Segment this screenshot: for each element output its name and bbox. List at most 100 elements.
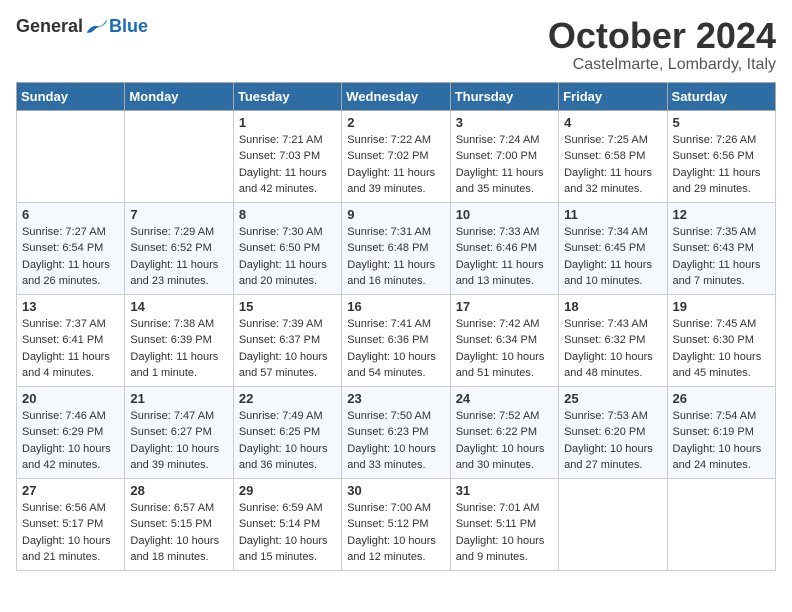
calendar-cell: 17Sunrise: 7:42 AMSunset: 6:34 PMDayligh… <box>450 294 558 386</box>
calendar-cell: 20 Sunrise: 7:46 AMSunset: 6:29 PMDayligh… <box>17 386 125 478</box>
day-number: 26 <box>673 391 770 406</box>
day-number: 4 <box>564 115 661 130</box>
day-number: 6 <box>22 207 119 222</box>
day-number: 30 <box>347 483 444 498</box>
day-detail: Sunrise: 7:41 AMSunset: 6:36 PMDaylight:… <box>347 316 444 382</box>
day-number: 1 <box>239 115 336 130</box>
calendar-cell: 11Sunrise: 7:34 AMSunset: 6:45 PMDayligh… <box>559 202 667 294</box>
calendar-cell <box>667 478 775 570</box>
calendar-cell: 16 Sunrise: 7:41 AMSunset: 6:36 PMDayligh… <box>342 294 450 386</box>
logo-blue-text: Blue <box>109 16 148 37</box>
header-cell-sunday: Sunday <box>17 82 125 110</box>
day-number: 16 <box>347 299 444 314</box>
header-cell-wednesday: Wednesday <box>342 82 450 110</box>
calendar-cell: 4 Sunrise: 7:25 AMSunset: 6:58 PMDaylight… <box>559 110 667 202</box>
day-number: 25 <box>564 391 661 406</box>
calendar-cell: 7Sunrise: 7:29 AMSunset: 6:52 PMDaylight… <box>125 202 233 294</box>
calendar-cell: 26 Sunrise: 7:54 AMSunset: 6:19 PMDayligh… <box>667 386 775 478</box>
day-detail: Sunrise: 7:21 AMSunset: 7:03 PMDaylight:… <box>239 132 336 198</box>
day-detail: Sunrise: 7:33 AMSunset: 6:46 PMDaylight:… <box>456 224 553 290</box>
day-number: 13 <box>22 299 119 314</box>
day-number: 14 <box>130 299 227 314</box>
day-detail: Sunrise: 7:25 AMSunset: 6:58 PMDaylight:… <box>564 132 661 198</box>
logo: General Blue <box>16 16 148 37</box>
day-number: 24 <box>456 391 553 406</box>
calendar-cell: 28 Sunrise: 6:57 AMSunset: 5:15 PMDayligh… <box>125 478 233 570</box>
calendar-week-row: 1 Sunrise: 7:21 AMSunset: 7:03 PMDaylight… <box>17 110 776 202</box>
calendar-cell: 10Sunrise: 7:33 AMSunset: 6:46 PMDayligh… <box>450 202 558 294</box>
day-detail: Sunrise: 7:35 AMSunset: 6:43 PMDaylight:… <box>673 224 770 290</box>
day-detail: Sunrise: 7:26 AMSunset: 6:56 PMDaylight:… <box>673 132 770 198</box>
day-number: 27 <box>22 483 119 498</box>
day-number: 2 <box>347 115 444 130</box>
calendar-cell: 19 Sunrise: 7:45 AMSunset: 6:30 PMDayligh… <box>667 294 775 386</box>
logo-bird-icon <box>85 17 109 37</box>
day-number: 28 <box>130 483 227 498</box>
day-detail: Sunrise: 6:57 AMSunset: 5:15 PMDaylight:… <box>130 500 227 566</box>
header-row: SundayMondayTuesdayWednesdayThursdayFrid… <box>17 82 776 110</box>
day-detail: Sunrise: 7:29 AMSunset: 6:52 PMDaylight:… <box>130 224 227 290</box>
calendar-week-row: 6 Sunrise: 7:27 AMSunset: 6:54 PMDaylight… <box>17 202 776 294</box>
calendar-week-row: 13 Sunrise: 7:37 AMSunset: 6:41 PMDayligh… <box>17 294 776 386</box>
calendar-cell: 22 Sunrise: 7:49 AMSunset: 6:25 PMDayligh… <box>233 386 341 478</box>
day-detail: Sunrise: 6:56 AMSunset: 5:17 PMDaylight:… <box>22 500 119 566</box>
day-detail: Sunrise: 7:54 AMSunset: 6:19 PMDaylight:… <box>673 408 770 474</box>
day-number: 12 <box>673 207 770 222</box>
day-detail: Sunrise: 7:49 AMSunset: 6:25 PMDaylight:… <box>239 408 336 474</box>
title-block: October 2024 Castelmarte, Lombardy, Ital… <box>548 16 776 74</box>
calendar-cell: 24 Sunrise: 7:52 AMSunset: 6:22 PMDayligh… <box>450 386 558 478</box>
day-number: 5 <box>673 115 770 130</box>
header-cell-saturday: Saturday <box>667 82 775 110</box>
day-detail: Sunrise: 7:27 AMSunset: 6:54 PMDaylight:… <box>22 224 119 290</box>
day-number: 15 <box>239 299 336 314</box>
day-number: 21 <box>130 391 227 406</box>
day-number: 19 <box>673 299 770 314</box>
day-detail: Sunrise: 7:52 AMSunset: 6:22 PMDaylight:… <box>456 408 553 474</box>
calendar-table: SundayMondayTuesdayWednesdayThursdayFrid… <box>16 82 776 571</box>
day-detail: Sunrise: 7:24 AMSunset: 7:00 PMDaylight:… <box>456 132 553 198</box>
day-number: 23 <box>347 391 444 406</box>
month-title: October 2024 <box>548 16 776 56</box>
day-number: 29 <box>239 483 336 498</box>
calendar-week-row: 20 Sunrise: 7:46 AMSunset: 6:29 PMDayligh… <box>17 386 776 478</box>
day-number: 22 <box>239 391 336 406</box>
day-detail: Sunrise: 7:46 AMSunset: 6:29 PMDaylight:… <box>22 408 119 474</box>
header-cell-monday: Monday <box>125 82 233 110</box>
day-detail: Sunrise: 6:59 AMSunset: 5:14 PMDaylight:… <box>239 500 336 566</box>
day-detail: Sunrise: 7:22 AMSunset: 7:02 PMDaylight:… <box>347 132 444 198</box>
day-detail: Sunrise: 7:31 AMSunset: 6:48 PMDaylight:… <box>347 224 444 290</box>
day-detail: Sunrise: 7:53 AMSunset: 6:20 PMDaylight:… <box>564 408 661 474</box>
logo-general-text: General <box>16 16 83 37</box>
calendar-week-row: 27 Sunrise: 6:56 AMSunset: 5:17 PMDayligh… <box>17 478 776 570</box>
calendar-cell: 14Sunrise: 7:38 AMSunset: 6:39 PMDayligh… <box>125 294 233 386</box>
calendar-cell: 27 Sunrise: 6:56 AMSunset: 5:17 PMDayligh… <box>17 478 125 570</box>
header-cell-friday: Friday <box>559 82 667 110</box>
calendar-cell <box>559 478 667 570</box>
day-number: 9 <box>347 207 444 222</box>
day-detail: Sunrise: 7:34 AMSunset: 6:45 PMDaylight:… <box>564 224 661 290</box>
day-number: 20 <box>22 391 119 406</box>
day-detail: Sunrise: 7:42 AMSunset: 6:34 PMDaylight:… <box>456 316 553 382</box>
calendar-cell: 8Sunrise: 7:30 AMSunset: 6:50 PMDaylight… <box>233 202 341 294</box>
calendar-cell: 3Sunrise: 7:24 AMSunset: 7:00 PMDaylight… <box>450 110 558 202</box>
calendar-cell: 5 Sunrise: 7:26 AMSunset: 6:56 PMDaylight… <box>667 110 775 202</box>
calendar-cell: 25 Sunrise: 7:53 AMSunset: 6:20 PMDayligh… <box>559 386 667 478</box>
day-detail: Sunrise: 7:45 AMSunset: 6:30 PMDaylight:… <box>673 316 770 382</box>
header-cell-thursday: Thursday <box>450 82 558 110</box>
day-number: 18 <box>564 299 661 314</box>
calendar-cell: 29 Sunrise: 6:59 AMSunset: 5:14 PMDayligh… <box>233 478 341 570</box>
calendar-cell: 13 Sunrise: 7:37 AMSunset: 6:41 PMDayligh… <box>17 294 125 386</box>
day-number: 8 <box>239 207 336 222</box>
calendar-cell <box>17 110 125 202</box>
calendar-cell: 23Sunrise: 7:50 AMSunset: 6:23 PMDayligh… <box>342 386 450 478</box>
day-detail: Sunrise: 7:01 AMSunset: 5:11 PMDaylight:… <box>456 500 553 566</box>
day-detail: Sunrise: 7:39 AMSunset: 6:37 PMDaylight:… <box>239 316 336 382</box>
header-cell-tuesday: Tuesday <box>233 82 341 110</box>
calendar-cell: 21Sunrise: 7:47 AMSunset: 6:27 PMDayligh… <box>125 386 233 478</box>
calendar-cell: 18Sunrise: 7:43 AMSunset: 6:32 PMDayligh… <box>559 294 667 386</box>
calendar-cell: 1 Sunrise: 7:21 AMSunset: 7:03 PMDaylight… <box>233 110 341 202</box>
calendar-cell: 2 Sunrise: 7:22 AMSunset: 7:02 PMDaylight… <box>342 110 450 202</box>
day-detail: Sunrise: 7:37 AMSunset: 6:41 PMDaylight:… <box>22 316 119 382</box>
location-text: Castelmarte, Lombardy, Italy <box>548 56 776 74</box>
day-detail: Sunrise: 7:00 AMSunset: 5:12 PMDaylight:… <box>347 500 444 566</box>
